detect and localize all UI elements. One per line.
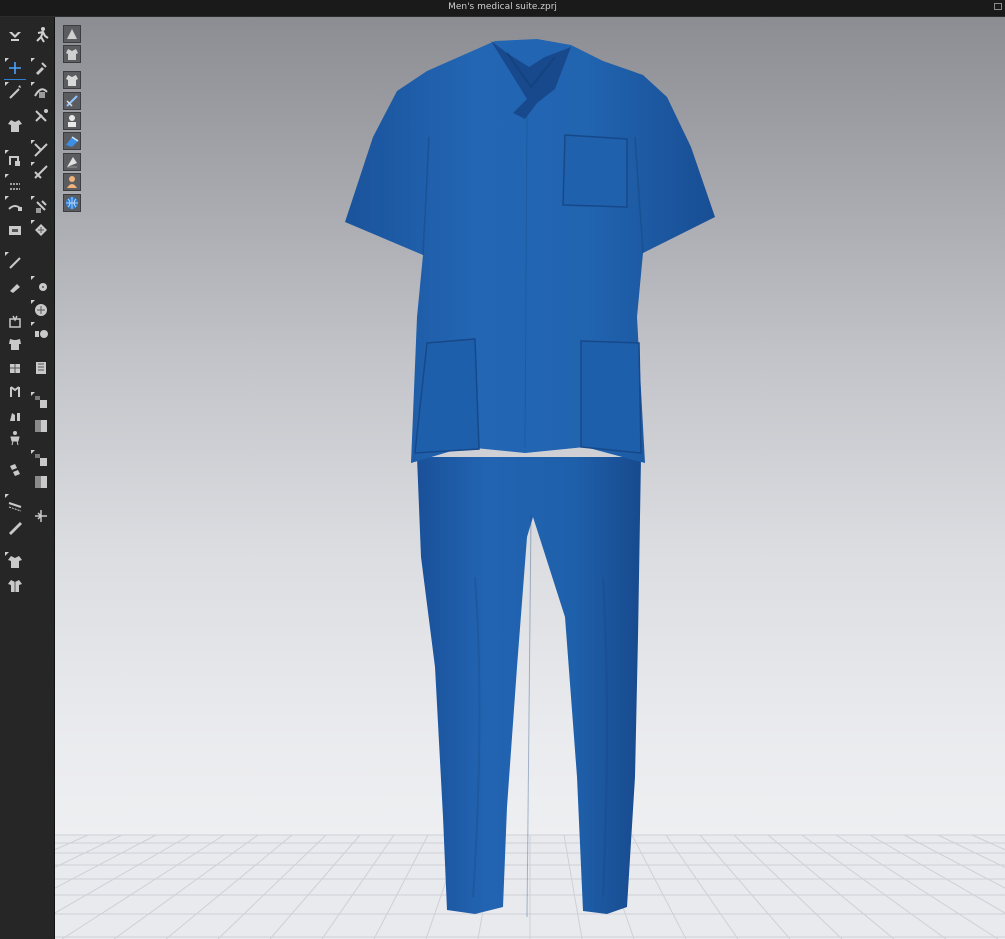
window-title: Men's medical suite.zprj [448,2,557,12]
texture-edit-icon[interactable] [6,221,24,239]
garment-display-icon[interactable] [63,45,81,63]
mesh-view-icon[interactable] [63,153,81,171]
avatar-body-icon[interactable] [63,173,81,191]
wireframe-icon[interactable] [63,92,81,110]
ruler-icon[interactable] [31,450,50,469]
scrub-top [345,39,715,463]
shirt-side-icon[interactable] [6,577,24,595]
thick-surface-icon[interactable] [63,132,81,150]
floor-grid [55,834,1005,939]
ruler-measure-icon[interactable] [6,519,24,537]
texture-surface-icon[interactable] [63,71,81,89]
button-icon[interactable] [31,276,50,295]
magic-wand-icon[interactable] [5,82,24,101]
3d-viewport[interactable] [55,17,1005,939]
brush-icon[interactable] [6,277,24,295]
left-toolbar [0,17,55,939]
measure-icon[interactable] [6,313,24,331]
avatar-measure-icon[interactable] [6,429,24,447]
simulation-icon[interactable] [32,26,50,44]
avatar-display-icon[interactable] [63,25,81,43]
segment-sewing-icon[interactable] [32,107,50,125]
pattern-shape-icon[interactable] [6,407,24,425]
window-titlebar: Men's medical suite.zprj [0,0,1005,17]
sleeve-icon[interactable] [32,359,50,377]
edit-curvature-icon[interactable] [31,82,50,101]
puckering-icon[interactable] [31,392,50,411]
edit-pattern-icon[interactable] [31,58,50,77]
transform-pattern-icon[interactable] [4,58,26,80]
edit-sewing-icon[interactable] [31,162,50,181]
split-icon[interactable] [32,473,50,491]
free-sewing-icon[interactable] [31,140,50,159]
fold-arrangement-icon[interactable] [5,150,24,169]
globe-environment-icon[interactable] [63,194,81,212]
select-move-icon[interactable] [6,27,24,45]
lock-icon[interactable] [31,300,50,319]
arrangement-point-icon[interactable] [5,196,24,215]
graphic-icon[interactable] [6,383,24,401]
tack-icon[interactable] [31,196,50,215]
zip-icon[interactable] [31,322,50,341]
shirt-back-icon[interactable] [5,552,24,571]
grid-pattern-icon[interactable] [6,359,24,377]
copy-pattern-icon[interactable] [6,461,24,479]
rectangle-icon[interactable] [32,417,50,435]
line-draw-icon[interactable] [5,494,24,513]
reset-2d-icon[interactable] [5,174,24,193]
shirt-front-icon[interactable] [6,335,24,353]
pin-icon[interactable] [5,252,24,271]
fabric-edit-icon[interactable] [31,220,50,239]
edit-line-icon[interactable] [32,507,50,525]
restore-window-icon[interactable] [994,3,1002,10]
garment-fit-icon[interactable] [6,117,24,135]
avatar-skin-icon[interactable] [63,112,81,130]
scene-canvas [55,39,1005,939]
